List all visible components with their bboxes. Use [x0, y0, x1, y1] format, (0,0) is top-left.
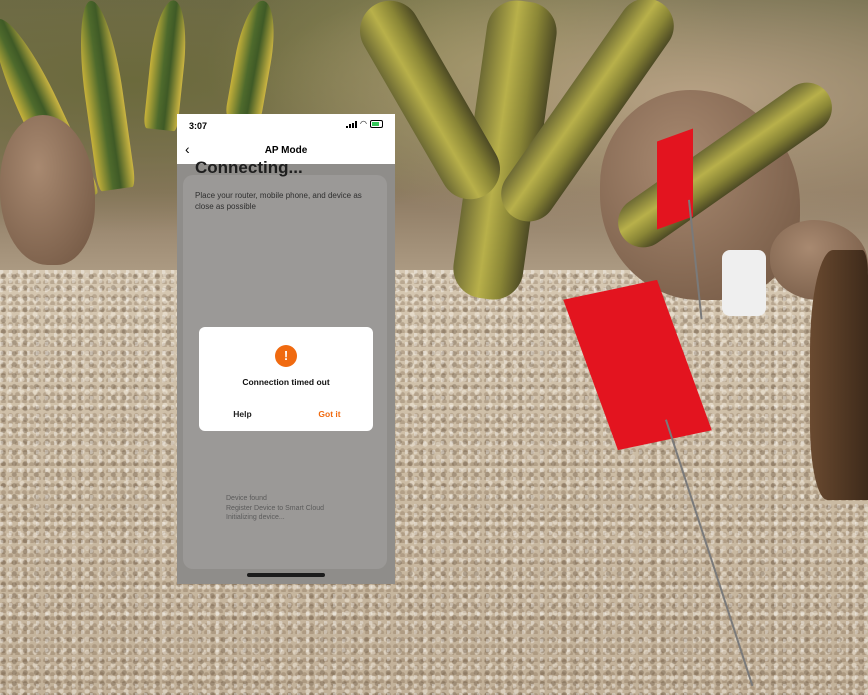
gravel-ground [0, 270, 868, 695]
status-icons: ◠ [346, 120, 383, 128]
connecting-title: Connecting... [195, 158, 303, 177]
battery-icon [370, 120, 383, 128]
status-time: 3:07 [189, 121, 208, 131]
pvc-pipe [722, 250, 766, 316]
background-photo [0, 0, 868, 695]
progress-step: Register Device to Smart Cloud [226, 504, 325, 512]
page-title: AP Mode [264, 145, 308, 156]
progress-step: Initializing device... [226, 514, 285, 521]
tree-trunk [810, 250, 868, 500]
connecting-description: Place your router, mobile phone, and dev… [195, 191, 362, 211]
progress-steps: Device found Register Device to Smart Cl… [226, 494, 324, 523]
wifi-icon: ◠ [360, 119, 367, 128]
got-it-button[interactable]: Got it [286, 407, 373, 429]
marker-flag [657, 128, 693, 230]
timeout-dialog: ! Connection timed out Help Got it [199, 327, 373, 431]
exclamation-icon: ! [275, 345, 297, 367]
progress-step: Device found [226, 495, 267, 502]
status-bar: 3:07 ◠ [177, 114, 395, 136]
phone-screenshot: 3:07 ◠ ‹ AP Mode Connecting... Place you… [177, 114, 395, 584]
dialog-buttons: Help Got it [199, 407, 373, 429]
signal-icon [346, 120, 358, 128]
help-button[interactable]: Help [199, 407, 286, 429]
dialog-message: Connection timed out [242, 377, 330, 387]
home-indicator[interactable] [247, 573, 325, 577]
